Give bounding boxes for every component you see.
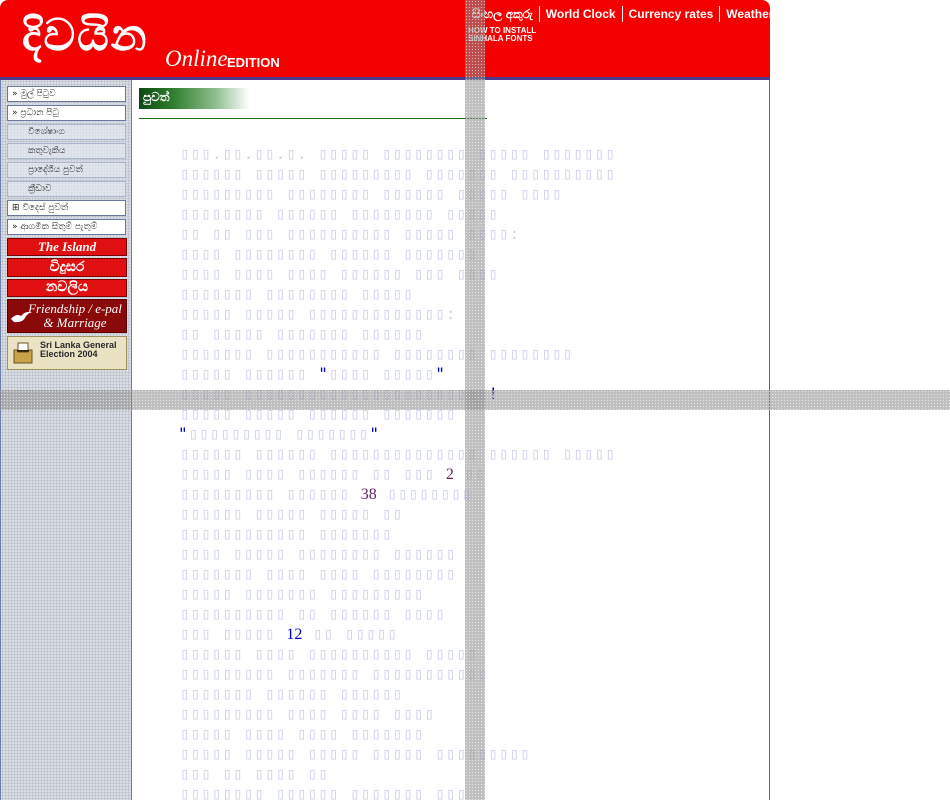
ballot-box-icon xyxy=(13,342,33,364)
article-line: ▯▯▯▯▯▯▯ ▯▯▯▯ ▯▯▯▯ ▯▯▯▯▯▯▯▯ xyxy=(180,564,457,583)
site-header: දිවයින Online EDITION සිංහල අකුරු World … xyxy=(0,0,773,78)
article-line: ▯▯▯.▯▯.▯▯.▯. ▯▯▯▯▯ ▯▯▯▯▯▯▯▯ ▯▯▯▯▯ ▯▯▯▯▯▯… xyxy=(180,144,616,163)
island-banner[interactable]: The Island xyxy=(7,238,127,256)
article-line: ▯▯▯▯▯▯ ▯▯▯▯ ▯▯▯▯▯▯▯▯▯▯ ▯▯▯▯▯ xyxy=(180,644,478,663)
quote-mark: " xyxy=(435,364,446,383)
article-line: ▯▯ ▯▯ ▯▯▯ ▯▯▯▯▯▯▯▯▯▯ ▯▯▯▯▯ ▯▯▯▯: xyxy=(180,224,521,243)
article-line: ▯▯▯▯ ▯▯▯▯▯▯▯▯ ▯▯▯▯▯▯ ▯▯▯▯▯▯▯ xyxy=(180,244,478,263)
article-line: ▯▯▯▯▯▯▯ ▯▯▯▯▯▯▯▯ ▯▯▯▯▯ xyxy=(180,284,414,303)
article-number: 2 xyxy=(445,466,454,483)
article-line: ▯▯▯▯ ▯▯▯▯ ▯▯▯▯ ▯▯▯▯▯▯ ▯▯▯ ▯▯▯▯ xyxy=(180,264,499,283)
article-line: ▯▯▯▯▯ ▯▯▯▯ ▯▯▯▯ ▯▯▯▯▯▯▯ xyxy=(180,724,425,743)
article-line: ▯▯▯▯▯ ▯▯▯▯▯ ▯▯▯▯▯▯▯▯▯▯▯▯▯: xyxy=(180,304,457,323)
article-line: ▯▯▯▯▯▯ ▯▯▯▯▯ ▯▯▯▯▯▯▯▯▯ ▯▯▯▯▯▯▯ ▯▯▯▯▯▯▯▯▯… xyxy=(180,164,616,183)
vidusara-banner-label: විදුසර xyxy=(49,260,85,275)
navaliya-banner[interactable]: නවලිය xyxy=(7,279,127,297)
article-colon: : xyxy=(509,224,521,243)
quote-mark: " xyxy=(369,424,381,443)
currency-rates-link[interactable]: Currency rates xyxy=(623,6,721,22)
island-banner-label: The Island xyxy=(37,239,97,254)
article-line: ▯▯▯▯▯▯▯▯ ▯▯▯▯▯▯ ▯▯▯▯▯▯▯ ▯▯▯ xyxy=(180,784,468,803)
article-line: ▯▯▯▯▯▯▯ ▯▯▯▯▯▯▯▯▯▯▯ ▯▯▯▯▯▯▯▯ ▯▯▯▯▯▯▯▯ xyxy=(180,344,574,363)
sidebar-item-label: මුල් පිටුව xyxy=(20,89,56,99)
article-line: ▯▯▯▯▯ ▯▯▯▯▯▯ "▯▯▯▯ ▯▯▯▯▯" xyxy=(180,364,446,383)
navaliya-banner-label: නවලිය xyxy=(45,280,89,295)
section-title: පුවත් xyxy=(143,90,170,104)
article-line: ▯▯▯▯▯▯▯▯▯▯ ▯▯ ▯▯▯▯▯▯ ▯▯▯▯ xyxy=(180,604,446,623)
article-line: ▯▯▯▯▯ ▯▯▯▯▯ ▯▯▯▯▯ ▯▯▯▯▯ ▯▯▯▯▯▯▯▯▯ xyxy=(180,744,531,763)
election-banner-label: Sri Lanka General Election 2004 xyxy=(40,340,117,359)
article-line: ▯▯▯▯▯▯▯▯▯ ▯▯▯▯▯▯▯▯ ▯▯▯▯▯▯ ▯▯▯▯▯ ▯▯▯▯ xyxy=(180,184,563,203)
article-line: ▯▯▯▯▯▯ ▯▯▯▯▯ ▯▯▯▯▯ ▯▯ xyxy=(180,504,404,523)
sidebar-item-label: කතුවැකිය xyxy=(28,146,66,156)
article-line: "▯▯▯▯▯▯▯▯▯ ▯▯▯▯▯▯▯" xyxy=(178,424,381,443)
sidebar-item-main-pages[interactable]: » ප්‍රධාන පිටු xyxy=(7,105,126,121)
vidusara-banner[interactable]: විදුසර xyxy=(7,258,127,277)
article-line: ▯▯ ▯▯▯▯▯ ▯▯▯▯▯▯▯ ▯▯▯▯▯▯ xyxy=(180,324,425,343)
top-links: සිංහල අකුරු World Clock Currency rates W… xyxy=(466,6,779,22)
article-line: ▯▯▯ ▯▯▯▯▯ 12 ▯▯ ▯▯▯▯▯ xyxy=(180,624,399,643)
weather-link[interactable]: Weather xyxy=(720,6,779,22)
sidebar-item-editorial[interactable]: කතුවැකිය xyxy=(7,143,126,159)
sidebar-item-home[interactable]: » මුල් පිටුව xyxy=(7,86,126,102)
sidebar-item-label: ⊞ xyxy=(12,203,23,213)
article-line: ▯▯▯▯▯▯▯▯▯ ▯▯▯▯▯▯ 38 ▯▯▯▯▯▯▯▯ xyxy=(180,484,473,503)
sidebar-item-regional-news[interactable]: ප්‍රාදේශීය පුවත් xyxy=(7,162,126,178)
article-line: ▯▯▯▯▯▯▯▯▯▯▯▯ ▯▯▯▯▯▯▯ xyxy=(180,524,393,543)
world-clock-link[interactable]: World Clock xyxy=(540,6,623,22)
sidebar-item-features[interactable]: විශේෂාංග xyxy=(7,124,126,140)
sidebar-item-sports[interactable]: ක්‍රීඩාව xyxy=(7,181,126,197)
sidebar-item-label: ප්‍රාදේශීය පුවත් xyxy=(28,165,83,175)
sidebar-item-label: ක්‍රීඩාව xyxy=(28,184,52,194)
logo-edition-text: EDITION xyxy=(227,55,280,70)
election-banner[interactable]: Sri Lanka General Election 2004 xyxy=(7,336,127,370)
sidebar-item-religious[interactable]: » ආගමික සිතුම් පැතුම් xyxy=(7,219,126,235)
article-number: 12 xyxy=(286,626,303,643)
site-logo[interactable]: දිවයින xyxy=(22,14,149,58)
article-line: ▯▯▯▯▯▯▯ ▯▯▯▯▯▯ ▯▯▯▯▯▯ xyxy=(180,684,404,703)
article-line: ▯▯▯▯▯▯▯▯ ▯▯▯▯▯▯ ▯▯▯▯▯▯▯▯ ▯▯▯▯▯ xyxy=(180,204,499,223)
section-rule xyxy=(139,118,487,119)
article-line: ▯▯▯▯▯▯▯▯▯ ▯▯▯▯ ▯▯▯▯ ▯▯▯▯ xyxy=(180,704,436,723)
sidebar-item-label: විශේෂාංග xyxy=(28,127,65,137)
section-heading: පුවත් xyxy=(139,88,249,109)
article-line: ▯▯▯▯▯▯ ▯▯▯▯▯▯ ▯▯▯▯▯▯▯▯▯▯▯▯▯▯ ▯▯▯▯▯▯ ▯▯▯▯… xyxy=(180,444,616,463)
sidebar: » මුල් පිටුව » ප්‍රධාන පිටු විශේෂාංග කතු… xyxy=(0,80,132,800)
friendship-banner[interactable]: Friendship / e-pal & Marriage xyxy=(7,299,127,333)
quote-mark: " xyxy=(178,424,189,443)
content-border xyxy=(769,80,770,800)
article-line: ▯▯▯▯▯ ▯▯▯▯ ▯▯▯▯▯▯ ▯▯ ▯▯▯ 2 ▯▯ xyxy=(180,464,485,483)
dove-icon xyxy=(11,311,31,323)
article-line: ▯▯▯ ▯▯ ▯▯▯▯ ▯▯ xyxy=(180,764,329,783)
article-line: ▯▯▯▯▯ ▯▯▯▯▯▯▯ ▯▯▯▯▯▯▯▯▯ xyxy=(180,584,425,603)
logo-online-text: Online xyxy=(165,46,228,71)
article-body: ▯▯▯.▯▯.▯▯.▯. ▯▯▯▯▯ ▯▯▯▯▯▯▯▯ ▯▯▯▯▯ ▯▯▯▯▯▯… xyxy=(178,144,740,804)
quote-mark: " xyxy=(318,364,329,383)
sidebar-item-foreign-news[interactable]: ⊞ විදෙස් පුවත් xyxy=(7,200,126,216)
sidebar-item-label: විදෙස් පුවත් xyxy=(22,203,69,213)
article-line: ▯▯▯▯▯▯▯▯▯ ▯▯▯▯▯▯▯ ▯▯▯▯▯▯▯▯▯▯▯ xyxy=(180,664,489,683)
sidebar-item-label: ආගමික සිතුම් පැතුම් xyxy=(20,222,98,232)
crosshair-horizontal xyxy=(0,390,950,410)
article-colon: : xyxy=(445,304,457,323)
sidebar-item-label: ප්‍රධාන පිටු xyxy=(20,108,59,118)
article-number: 38 xyxy=(360,486,377,503)
friendship-banner-label: Friendship / e-pal & Marriage xyxy=(28,301,122,330)
article-line: ▯▯▯▯ ▯▯▯▯▯ ▯▯▯▯▯▯▯▯ ▯▯▯▯▯▯ xyxy=(180,544,457,563)
